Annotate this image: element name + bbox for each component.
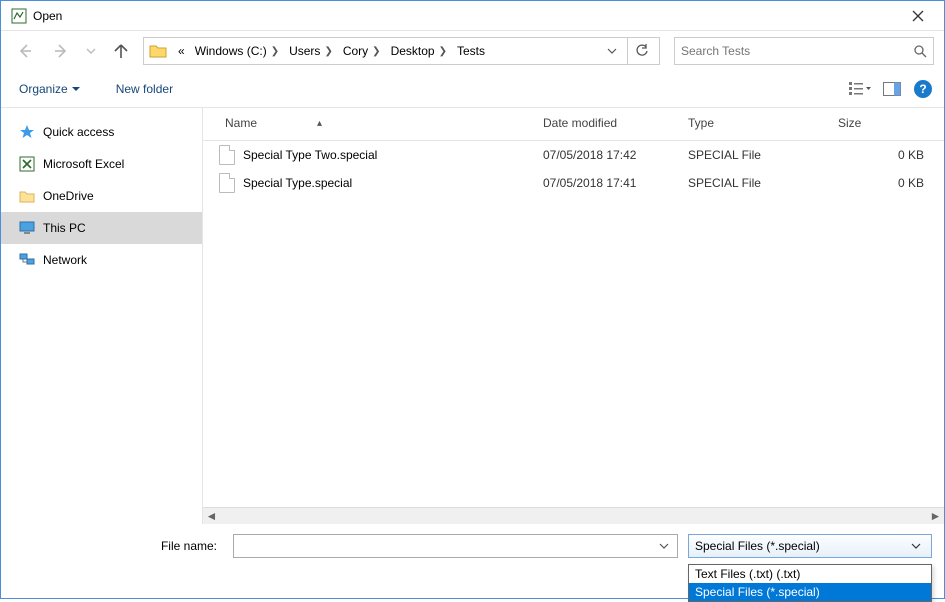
app-icon bbox=[11, 8, 27, 24]
search-input[interactable] bbox=[681, 44, 913, 58]
title-bar: Open bbox=[1, 1, 944, 31]
filetype-option[interactable]: Text Files (.txt) (.txt) bbox=[689, 565, 931, 583]
star-icon bbox=[19, 124, 35, 140]
excel-icon bbox=[19, 156, 35, 172]
toolbar: Organize New folder ? bbox=[1, 71, 944, 108]
breadcrumb-item-3[interactable]: Desktop❯ bbox=[387, 44, 451, 58]
filename-combobox[interactable] bbox=[233, 534, 678, 558]
chevron-right-icon: ❯ bbox=[324, 46, 332, 57]
breadcrumb-prefix[interactable]: « bbox=[174, 44, 189, 58]
sidebar-item-this-pc[interactable]: This PC bbox=[1, 212, 202, 244]
sidebar-item-network[interactable]: Network bbox=[1, 244, 202, 276]
monitor-icon bbox=[19, 220, 35, 236]
window-title: Open bbox=[33, 9, 895, 23]
folder-icon bbox=[148, 41, 168, 61]
sidebar-item-onedrive[interactable]: OneDrive bbox=[1, 180, 202, 212]
filetype-dropdown: Text Files (.txt) (.txt) Special Files (… bbox=[688, 564, 932, 602]
folder-icon bbox=[19, 188, 35, 204]
breadcrumb-item-1[interactable]: Users❯ bbox=[285, 44, 337, 58]
filetype-option[interactable]: Special Files (*.special) bbox=[689, 583, 931, 601]
up-button[interactable] bbox=[107, 37, 135, 65]
new-folder-button[interactable]: New folder bbox=[110, 78, 179, 100]
sort-ascending-icon: ▴ bbox=[317, 118, 322, 129]
refresh-button[interactable] bbox=[627, 37, 655, 65]
file-icon bbox=[219, 145, 235, 165]
scroll-left-icon[interactable]: ◄ bbox=[203, 509, 220, 523]
preview-pane-button[interactable] bbox=[876, 77, 908, 101]
chevron-down-icon bbox=[72, 85, 80, 93]
nav-row: « Windows (C:)❯ Users❯ Cory❯ Desktop❯ Te… bbox=[1, 31, 944, 71]
search-icon bbox=[913, 44, 927, 58]
chevron-right-icon: ❯ bbox=[372, 46, 380, 57]
chevron-down-icon bbox=[911, 541, 925, 551]
organize-button[interactable]: Organize bbox=[13, 78, 86, 100]
forward-button[interactable] bbox=[47, 37, 75, 65]
chevron-down-icon[interactable] bbox=[659, 541, 677, 551]
column-type[interactable]: Type bbox=[688, 116, 838, 130]
filename-label: File name: bbox=[13, 539, 223, 553]
file-list: Special Type Two.special 07/05/2018 17:4… bbox=[203, 141, 944, 507]
chevron-right-icon: ❯ bbox=[439, 46, 447, 57]
filename-input[interactable] bbox=[234, 539, 659, 553]
filetype-filter[interactable]: Special Files (*.special) bbox=[688, 534, 932, 558]
bottom-panel: File name: Special Files (*.special) Too… bbox=[1, 524, 944, 598]
close-button[interactable] bbox=[895, 1, 940, 30]
sidebar-item-excel[interactable]: Microsoft Excel bbox=[1, 148, 202, 180]
chevron-right-icon: ❯ bbox=[271, 46, 279, 57]
open-dialog: Open « Windows (C:)❯ Users❯ Cory❯ Deskto… bbox=[0, 0, 945, 599]
column-size[interactable]: Size bbox=[838, 116, 934, 130]
search-box[interactable] bbox=[674, 37, 934, 65]
breadcrumb-item-2[interactable]: Cory❯ bbox=[339, 44, 385, 58]
file-icon bbox=[219, 173, 235, 193]
sidebar-item-quick-access[interactable]: Quick access bbox=[1, 116, 202, 148]
sidebar: Quick access Microsoft Excel OneDrive Th… bbox=[1, 108, 203, 524]
file-pane: Name ▴ Date modified Type Size Special T… bbox=[203, 108, 944, 524]
body: Quick access Microsoft Excel OneDrive Th… bbox=[1, 108, 944, 524]
column-headers: Name ▴ Date modified Type Size bbox=[203, 108, 944, 141]
column-date[interactable]: Date modified bbox=[543, 116, 688, 130]
address-dropdown-button[interactable] bbox=[603, 46, 621, 56]
scroll-right-icon[interactable]: ► bbox=[927, 509, 944, 523]
view-options-button[interactable] bbox=[844, 77, 876, 101]
file-row[interactable]: Special Type.special 07/05/2018 17:41 SP… bbox=[203, 169, 944, 197]
breadcrumb-item-0[interactable]: Windows (C:)❯ bbox=[191, 44, 283, 58]
column-name[interactable]: Name ▴ bbox=[213, 116, 543, 130]
back-button[interactable] bbox=[11, 37, 39, 65]
breadcrumb-item-4[interactable]: Tests bbox=[453, 44, 489, 58]
address-bar[interactable]: « Windows (C:)❯ Users❯ Cory❯ Desktop❯ Te… bbox=[143, 37, 660, 65]
file-row[interactable]: Special Type Two.special 07/05/2018 17:4… bbox=[203, 141, 944, 169]
help-button[interactable]: ? bbox=[914, 80, 932, 98]
horizontal-scrollbar[interactable]: ◄ ► bbox=[203, 507, 944, 524]
network-icon bbox=[19, 252, 35, 268]
recent-locations-button[interactable] bbox=[83, 37, 99, 65]
